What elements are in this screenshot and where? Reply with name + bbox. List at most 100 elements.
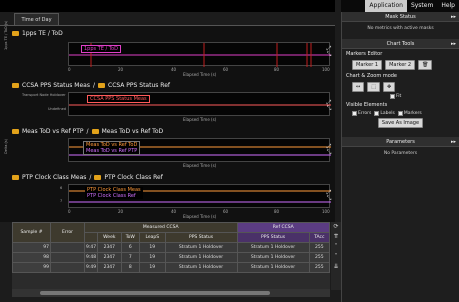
cell-leaps: 19	[139, 242, 166, 253]
x-tick: 40	[171, 67, 177, 72]
chart4-title: PTP Clock Class Meas / PTP Clock Class R…	[12, 174, 163, 181]
menu-system[interactable]: System	[407, 0, 437, 12]
table-row[interactable]: 99 9:49 2347 8 19 Stratum 1 Holdover Str…	[12, 262, 331, 273]
col-leaps[interactable]: LeapS	[139, 232, 166, 243]
collapse-arrow-icon[interactable]: ▸▸	[451, 41, 456, 47]
markers-row: Marker 1 Marker 2 🗑	[342, 59, 459, 71]
col-error[interactable]: Error	[50, 222, 85, 243]
checkbox-box[interactable]	[374, 111, 380, 116]
x-tick: 100	[322, 67, 330, 72]
checkbox-box[interactable]	[397, 111, 403, 116]
chart3-title: Meas ToD vs Ref PTP / Meas ToD vs Ref To…	[12, 128, 163, 135]
mask-status-header[interactable]: Mask Status ▸▸	[342, 12, 459, 22]
chart3-tools: ⤢ ⤡	[326, 144, 334, 156]
parameters-header[interactable]: Parameters ▸▸	[342, 137, 459, 147]
cell-error	[50, 262, 85, 273]
table-row[interactable]: 98 9:48 2347 7 19 Stratum 1 Holdover Str…	[12, 252, 331, 263]
folder-icon[interactable]	[98, 83, 105, 88]
chart3-xlabel: Elapsed Time (s)	[183, 163, 217, 168]
col-sample[interactable]: Sample #	[12, 222, 51, 243]
cell-week: 2347	[97, 262, 122, 273]
cell-time: 9:47	[83, 242, 99, 253]
chart2-plot[interactable]: CCSA PPS Status Meas	[68, 92, 331, 116]
x-tick: 60	[223, 67, 229, 72]
trash-icon[interactable]: 🗑	[418, 60, 433, 70]
collapse-icon[interactable]: ⤡	[326, 196, 332, 202]
cell-time: 9:48	[83, 252, 99, 263]
double-down-icon[interactable]: ⇊	[331, 262, 341, 272]
chart4-xlabel: Elapsed Time (s)	[183, 214, 217, 219]
collapse-icon[interactable]: ⤡	[326, 150, 332, 156]
table-tools: ⟳ ⇈ ˄ ˅ ⇊	[331, 222, 341, 290]
tab-bar	[0, 0, 335, 12]
cell-ref-pps-status: Stratum 1 Holdover	[236, 242, 310, 253]
labels-checkbox[interactable]: Labels	[374, 111, 395, 116]
mask-status-message: No metrics with active masks	[367, 26, 434, 31]
double-up-icon[interactable]: ⇈	[331, 232, 341, 242]
marker1-button[interactable]: Marker 1	[352, 60, 383, 70]
chart4-plot[interactable]: PTP Clock Class Meas PTP Clock Class Ref	[68, 184, 331, 208]
col-group-ref: Ref CCSA	[236, 222, 331, 233]
x-tick: 0	[68, 67, 71, 72]
up-icon[interactable]: ˄	[331, 242, 341, 252]
table-row[interactable]: 97 9:47 2347 6 19 Stratum 1 Holdover Str…	[12, 242, 331, 253]
chart2-xlabel: Elapsed Time (s)	[183, 117, 217, 122]
chart2-title-a: CCSA PPS Status Meas	[22, 82, 90, 89]
chart4-legend-item: PTP Clock Class Ref	[87, 193, 136, 199]
cell-pps-status: Stratum 1 Holdover	[164, 262, 238, 273]
save-as-image-button[interactable]: Save As Image	[377, 118, 424, 128]
folder-icon[interactable]	[12, 31, 19, 36]
cell-tow: 6	[120, 242, 141, 253]
col-week[interactable]: Week	[97, 232, 122, 243]
collapse-icon[interactable]: ⤡	[326, 106, 332, 112]
x-tick: 0	[68, 209, 71, 214]
labels-label: Labels	[380, 111, 395, 116]
chart1-ylabel: 1pps TE / ToD (s)	[4, 20, 8, 50]
col-ref-tacc[interactable]: TAcc	[308, 232, 331, 243]
markers-checkbox[interactable]: Markers	[397, 111, 422, 116]
cell-ref-pps-status: Stratum 1 Holdover	[236, 252, 310, 263]
top-menu: Application System Help	[341, 0, 459, 12]
folder-icon[interactable]	[94, 175, 102, 180]
menu-application[interactable]: Application	[365, 0, 407, 12]
folder-icon[interactable]	[12, 129, 19, 134]
chart1-title: 1pps TE / ToD	[12, 30, 63, 37]
refresh-icon[interactable]: ⟳	[331, 222, 341, 232]
collapse-icon[interactable]: ⤡	[326, 52, 332, 58]
menu-help[interactable]: Help	[437, 0, 459, 12]
chart3-plot[interactable]: Meas ToD vs Ref ToD Meas ToD vs Ref PTP	[68, 138, 331, 162]
folder-icon[interactable]	[91, 129, 99, 134]
move-icon[interactable]: ✥	[382, 82, 396, 92]
markers-label: Markers	[403, 111, 422, 116]
folder-icon[interactable]	[12, 175, 19, 180]
checkbox-box[interactable]	[390, 94, 395, 99]
pan-horizontal-icon[interactable]: ↔	[352, 82, 365, 92]
cell-tow: 7	[120, 252, 141, 263]
chart1-tools: ⤢ ⤡	[326, 46, 334, 58]
cell-ref-tacc: 255	[308, 262, 331, 273]
folder-icon[interactable]	[12, 83, 19, 88]
table-horizontal-scrollbar[interactable]	[12, 289, 330, 297]
chart4-title-b: PTP Clock Class Ref	[104, 174, 163, 181]
visible-elements-row: Errors Labels Markers	[342, 110, 459, 117]
col-tow[interactable]: ToW	[120, 232, 141, 243]
errors-checkbox[interactable]: Errors	[352, 111, 371, 116]
checkbox-box[interactable]	[352, 111, 357, 116]
chart1-plot[interactable]: 1pps TE / ToD	[68, 42, 331, 67]
scrollbar-thumb[interactable]	[40, 291, 270, 295]
collapse-arrow-icon[interactable]: ▸▸	[451, 139, 456, 145]
markers-editor-label: Markers Editor	[346, 51, 383, 57]
col-pps-status[interactable]: PPS Status	[164, 232, 238, 243]
collapse-arrow-icon[interactable]: ▸▸	[451, 14, 456, 20]
down-icon[interactable]: ˅	[331, 252, 341, 262]
cell-pps-status: Stratum 1 Holdover	[164, 242, 238, 253]
cell-week: 2347	[97, 242, 122, 253]
fit-checkbox[interactable]: Fit	[390, 94, 401, 99]
marker2-button[interactable]: Marker 2	[385, 60, 416, 70]
zoom-box-icon[interactable]: ⬚	[367, 82, 380, 92]
chart-tools-header[interactable]: Chart Tools ▸▸	[342, 39, 459, 49]
col-ref-pps-status[interactable]: PPS Status	[236, 232, 310, 243]
cell-time: 9:49	[83, 262, 99, 273]
chart1-xlabel: Elapsed Time (s)	[183, 72, 217, 77]
x-tick: 20	[118, 209, 124, 214]
